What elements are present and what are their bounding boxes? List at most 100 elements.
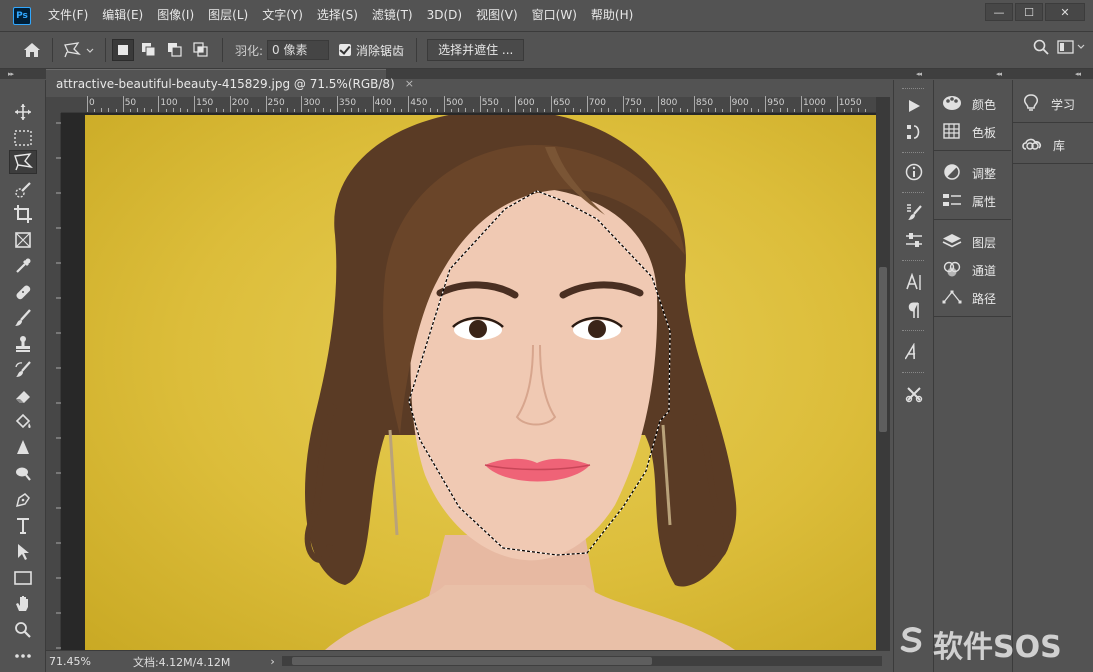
history-icon[interactable] xyxy=(901,120,927,144)
status-menu-arrow-icon[interactable]: › xyxy=(270,655,274,668)
layers-panel-tab[interactable]: 图层 xyxy=(942,230,996,254)
collapse-panel-icon[interactable]: ◂◂ xyxy=(1075,70,1081,78)
channels-panel-tab[interactable]: 通道 xyxy=(942,258,996,282)
horizontal-scrollbar[interactable] xyxy=(282,656,882,666)
ruler-tick-label: 200 xyxy=(231,98,249,108)
eyedropper-tool-icon[interactable] xyxy=(9,254,37,278)
grip[interactable] xyxy=(902,192,924,195)
rectangular-marquee-tool-icon[interactable] xyxy=(9,126,37,150)
new-selection-icon[interactable] xyxy=(112,39,134,61)
ruler-tick xyxy=(408,96,410,112)
paths-panel-tab[interactable]: 路径 xyxy=(942,286,996,310)
document-tab-title: attractive-beautiful-beauty-415829.jpg @… xyxy=(56,76,395,91)
rectangle-tool-icon[interactable] xyxy=(9,566,37,590)
collapse-panel-icon[interactable]: ◂◂ xyxy=(996,70,1002,78)
paragraph-icon[interactable] xyxy=(901,298,927,322)
ruler-tick-label: 1050 xyxy=(838,98,862,108)
path-selection-tool-icon[interactable] xyxy=(9,540,37,564)
menu-file[interactable]: 文件(F) xyxy=(41,0,95,31)
grip[interactable] xyxy=(902,88,924,91)
menu-window[interactable]: 窗口(W) xyxy=(525,0,584,31)
menu-help[interactable]: 帮助(H) xyxy=(584,0,640,31)
workspace-icon[interactable] xyxy=(1057,39,1087,58)
collapse-panel-icon[interactable]: ◂◂ xyxy=(916,70,922,78)
move-tool-icon[interactable] xyxy=(9,100,37,124)
intersect-selection-icon[interactable] xyxy=(190,39,212,61)
portrait-photo[interactable] xyxy=(85,115,876,650)
blur-tool-icon[interactable] xyxy=(9,436,37,460)
history-brush-tool-icon[interactable] xyxy=(9,358,37,382)
frame-tool-icon[interactable] xyxy=(9,228,37,252)
libraries-panel-tab[interactable]: 库 xyxy=(1021,133,1065,157)
menu-type[interactable]: 文字(Y) xyxy=(255,0,310,31)
vertical-scroll-thumb[interactable] xyxy=(879,267,887,432)
properties-panel-tab[interactable]: 属性 xyxy=(942,189,996,213)
horizontal-scroll-thumb[interactable] xyxy=(292,657,652,665)
grip[interactable] xyxy=(902,260,924,263)
menu-view[interactable]: 视图(V) xyxy=(469,0,525,31)
menu-layer[interactable]: 图层(L) xyxy=(201,0,255,31)
glyphs-icon[interactable] xyxy=(901,340,927,364)
adjustments-panel-tab[interactable]: 调整 xyxy=(942,161,996,185)
ruler-minor-tick xyxy=(822,108,824,112)
brush-tool-icon[interactable] xyxy=(9,306,37,330)
zoom-tool-icon[interactable] xyxy=(9,618,37,642)
menu-image[interactable]: 图像(I) xyxy=(150,0,201,31)
ruler-minor-tick xyxy=(522,109,524,112)
crop-tool-icon[interactable] xyxy=(9,202,37,226)
healing-brush-tool-icon[interactable] xyxy=(9,280,37,304)
quick-selection-tool-icon[interactable] xyxy=(9,178,37,202)
pen-tool-icon[interactable] xyxy=(9,488,37,512)
actions-play-icon[interactable] xyxy=(901,94,927,118)
ruler-tick-label: 150 xyxy=(196,98,214,108)
grip[interactable] xyxy=(902,330,924,333)
ruler-minor-tick xyxy=(451,109,453,112)
canvas-area[interactable] xyxy=(61,113,876,650)
search-icon[interactable] xyxy=(1033,39,1049,58)
feather-input[interactable]: 0 像素 xyxy=(267,40,330,60)
swatches-panel-tab[interactable]: 色板 xyxy=(942,120,996,144)
ruler-tick-label: 700 xyxy=(588,98,606,108)
brush-settings-icon[interactable] xyxy=(901,200,927,224)
menu-edit[interactable]: 编辑(E) xyxy=(95,0,150,31)
character-icon[interactable] xyxy=(901,270,927,294)
more-tools-icon[interactable] xyxy=(9,644,37,668)
grip[interactable] xyxy=(902,372,924,375)
divider xyxy=(934,316,1011,317)
ruler-minor-tick xyxy=(251,108,253,112)
libraries-panel-label: 库 xyxy=(1053,138,1066,153)
eraser-tool-icon[interactable] xyxy=(9,384,37,408)
paint-bucket-tool-icon[interactable] xyxy=(9,410,37,434)
hand-tool-icon[interactable] xyxy=(9,592,37,616)
photoshop-logo-icon[interactable]: Ps xyxy=(13,6,31,25)
ruler-tick xyxy=(194,96,196,112)
tool-presets-icon[interactable] xyxy=(901,382,927,406)
vertical-scrollbar[interactable] xyxy=(876,97,890,650)
polygonal-lasso-preset-icon[interactable] xyxy=(59,36,99,64)
adjustment-sliders-icon[interactable] xyxy=(901,228,927,252)
learn-panel-tab[interactable]: 学习 xyxy=(1021,92,1075,116)
clone-stamp-tool-icon[interactable] xyxy=(9,332,37,356)
expand-toolbar-icon[interactable]: ▸▸ xyxy=(8,70,14,78)
polygonal-lasso-tool-icon[interactable] xyxy=(9,150,37,174)
home-icon[interactable] xyxy=(18,36,46,64)
minimize-button[interactable]: — xyxy=(985,3,1013,21)
menu-select[interactable]: 选择(S) xyxy=(310,0,365,31)
info-icon[interactable] xyxy=(901,160,927,184)
type-tool-icon[interactable] xyxy=(9,514,37,538)
subtract-from-selection-icon[interactable] xyxy=(164,39,186,61)
select-and-mask-button[interactable]: 选择并遮住 ... xyxy=(427,39,525,61)
maximize-button[interactable]: ☐ xyxy=(1015,3,1043,21)
tab-close-icon[interactable]: × xyxy=(405,77,414,90)
color-panel-tab[interactable]: 颜色 xyxy=(942,92,996,116)
document-tab[interactable]: attractive-beautiful-beauty-415829.jpg @… xyxy=(46,69,414,97)
close-button[interactable]: ✕ xyxy=(1045,3,1085,21)
menu-filter[interactable]: 滤镜(T) xyxy=(365,0,420,31)
grip[interactable] xyxy=(902,152,924,155)
menu-3d[interactable]: 3D(D) xyxy=(420,0,469,31)
antialias-checkbox[interactable] xyxy=(339,44,352,56)
dodge-tool-icon[interactable] xyxy=(9,462,37,486)
zoom-level[interactable]: 71.45% xyxy=(49,655,91,668)
ruler-minor-tick xyxy=(643,108,645,112)
add-to-selection-icon[interactable] xyxy=(138,39,160,61)
